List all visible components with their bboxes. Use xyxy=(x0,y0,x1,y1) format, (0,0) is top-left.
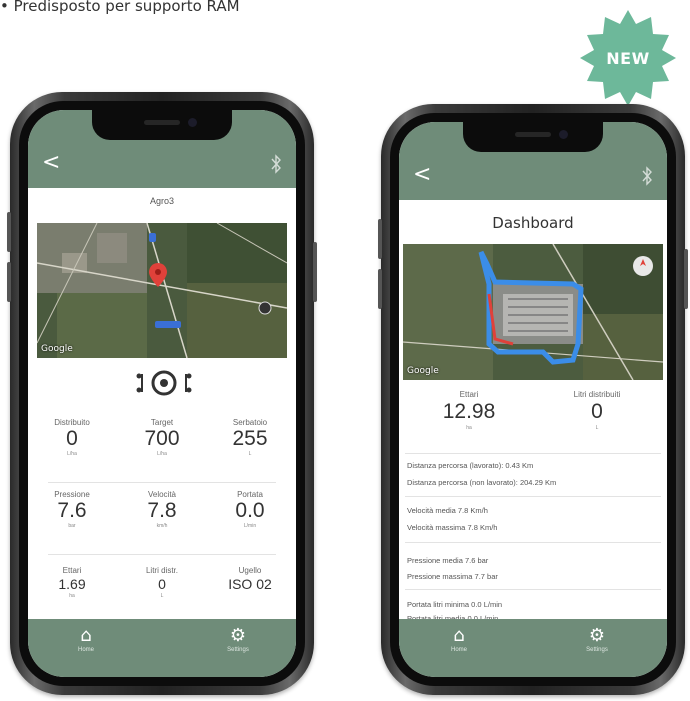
new-badge-label: NEW xyxy=(606,48,650,68)
map-view[interactable]: Google xyxy=(403,244,663,380)
stat-target: Target 700 L/ha xyxy=(144,418,180,457)
divider xyxy=(405,496,661,497)
stat-ettari: Ettari 12.98 ha xyxy=(442,390,496,431)
sprayer-icon xyxy=(136,370,192,396)
back-icon[interactable]: < xyxy=(413,164,431,186)
back-icon[interactable]: < xyxy=(42,152,60,174)
stat-ugello: Ugello ISO 02 xyxy=(228,566,272,592)
nav-settings[interactable]: ⚙ Settings xyxy=(557,625,637,653)
gear-icon: ⚙ xyxy=(588,625,606,646)
map-view[interactable]: Google xyxy=(37,223,287,358)
bottom-nav: ⌂ Home ⚙ Settings xyxy=(28,619,296,677)
divider xyxy=(48,554,276,555)
gear-icon: ⚙ xyxy=(229,625,247,646)
nav-home[interactable]: ⌂ Home xyxy=(46,625,126,653)
divider xyxy=(405,453,661,454)
map-credit: Google xyxy=(407,366,439,376)
right-phone-frame: < Dashboard Google Ettari 12.98 ha Litri… xyxy=(378,104,688,695)
notch xyxy=(92,110,232,140)
home-icon: ⌂ xyxy=(453,625,465,646)
stat-pressione: Pressione 7.6 bar xyxy=(54,490,90,529)
info-line: Distanza percorsa (lavorato): 0.43 Km xyxy=(407,461,534,470)
bluetooth-icon xyxy=(271,154,281,174)
divider xyxy=(405,542,661,543)
notch xyxy=(463,122,603,152)
right-phone-screen: < Dashboard Google Ettari 12.98 ha Litri… xyxy=(399,122,667,677)
info-line: Distanza percorsa (non lavorato): 204.29… xyxy=(407,478,557,487)
nav-settings[interactable]: ⚙ Settings xyxy=(198,625,278,653)
map-credit: Google xyxy=(41,344,73,354)
device-name: Agro3 xyxy=(149,196,175,206)
left-phone-screen: < Agro3 Google Distribuito 0 L/ha Target… xyxy=(28,110,296,677)
stat-portata: Portata 0.0 L/min xyxy=(235,490,265,529)
home-icon: ⌂ xyxy=(80,625,92,646)
page-title: Dashboard xyxy=(492,214,574,232)
stat-distribuito: Distribuito 0 L/ha xyxy=(54,418,90,457)
left-phone-frame: < Agro3 Google Distribuito 0 L/ha Target… xyxy=(7,92,317,695)
info-line: Pressione media 7.6 bar xyxy=(407,556,489,565)
stat-litri-distribuiti: Litri distribuiti 0 L xyxy=(573,390,621,431)
divider xyxy=(48,482,276,483)
stat-serbatoio: Serbatoio 255 L xyxy=(232,418,268,457)
stat-ettari: Ettari 1.69 ha xyxy=(58,566,86,599)
bottom-nav: ⌂ Home ⚙ Settings xyxy=(399,619,667,677)
header-text: • Predisposto per supporto RAM xyxy=(0,0,240,15)
info-line: Pressione massima 7.7 bar xyxy=(407,572,498,581)
info-line: Velocità media 7.8 Km/h xyxy=(407,506,488,515)
new-badge: NEW xyxy=(578,8,678,108)
bluetooth-icon xyxy=(642,166,652,186)
stat-velocita: Velocità 7.8 km/h xyxy=(147,490,177,529)
nav-home[interactable]: ⌂ Home xyxy=(419,625,499,653)
divider xyxy=(405,589,661,590)
info-line: Portata litri minima 0.0 L/min xyxy=(407,600,503,609)
stat-litri-distr: Litri distr. 0 L xyxy=(145,566,178,599)
info-line: Velocità massima 7.8 Km/h xyxy=(407,523,498,532)
